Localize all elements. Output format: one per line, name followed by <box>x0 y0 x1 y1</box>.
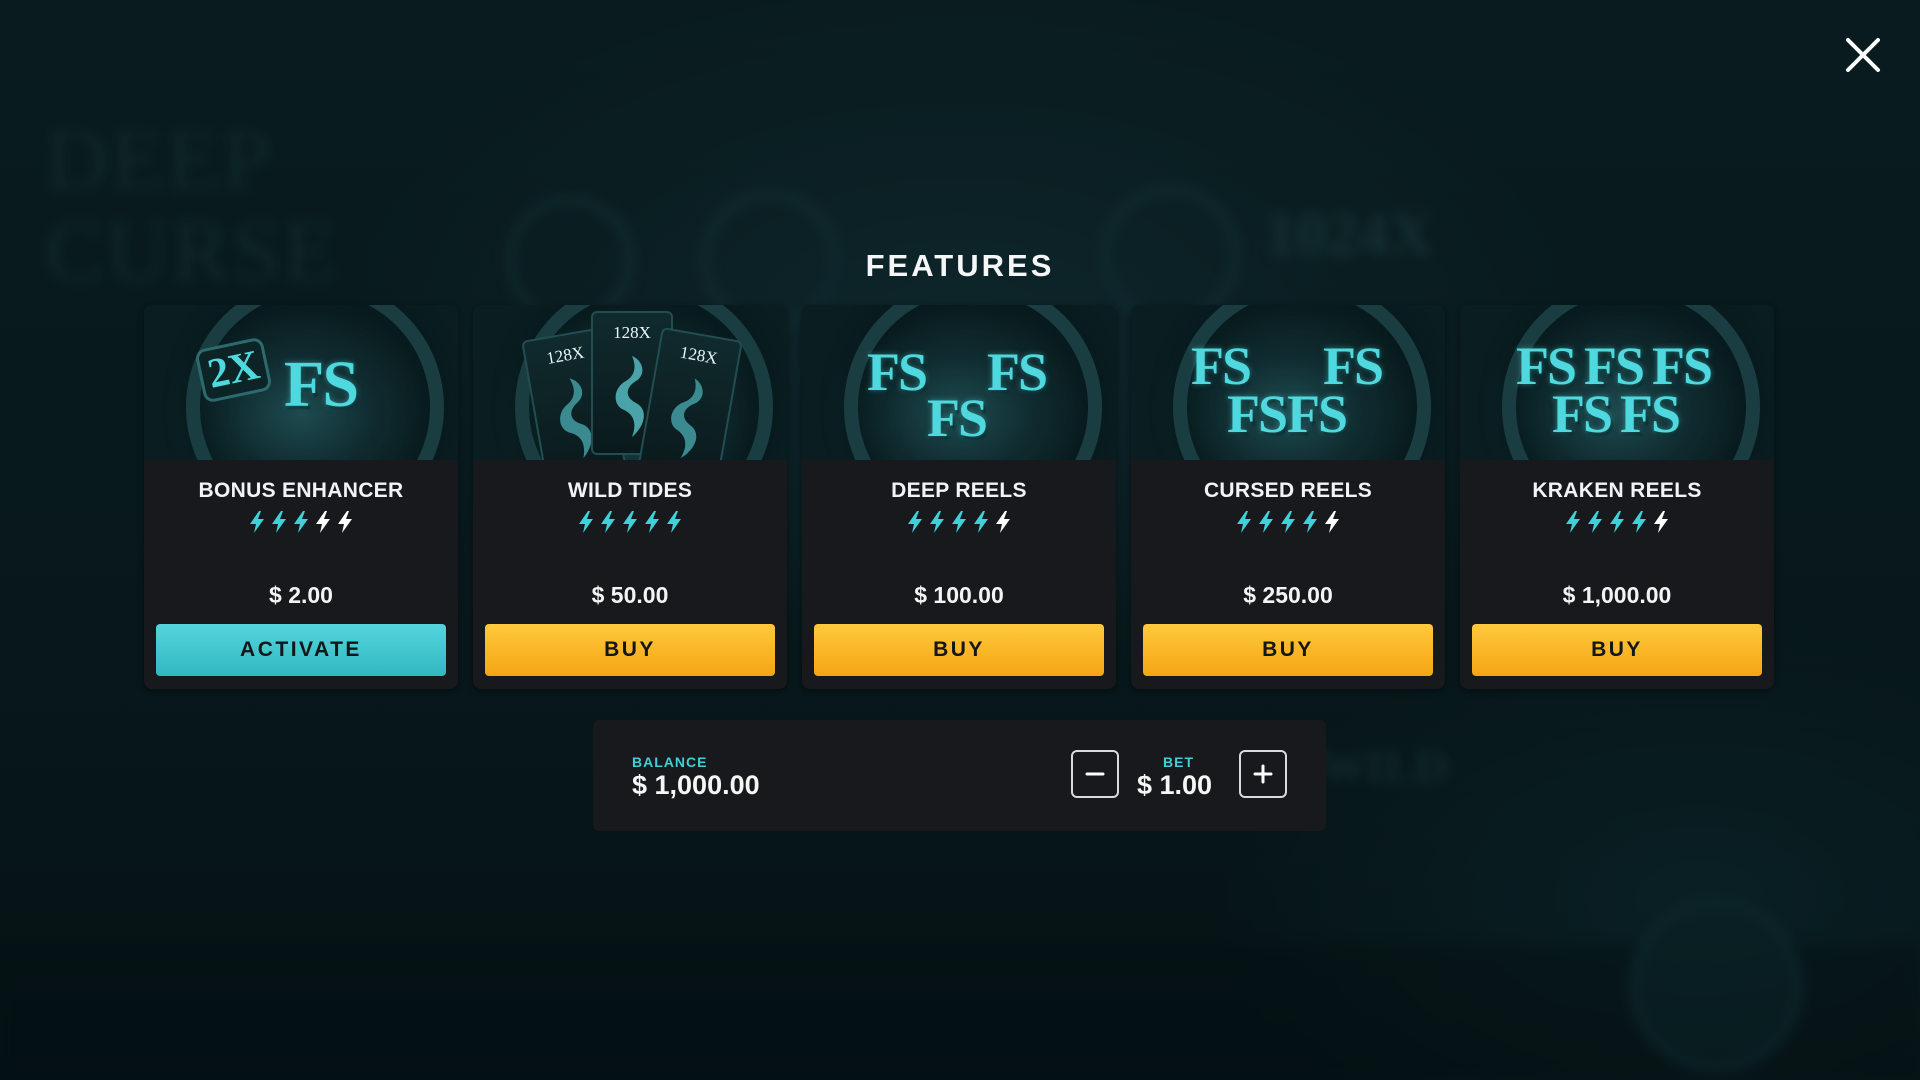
lightning-bolt-active-icon <box>579 511 593 533</box>
lightning-bolt-active-icon <box>908 511 922 533</box>
lightning-bolt-active-icon <box>623 511 637 533</box>
art-fs-text: FS <box>1227 384 1288 444</box>
feature-price: $ 100.00 <box>914 582 1004 608</box>
balance-label: BALANCE <box>632 754 708 770</box>
volatility-rating <box>473 510 787 534</box>
volatility-rating <box>144 510 458 534</box>
feature-card-wild-tides: 128X 128X 128X WILD TIDES $ 50.00 BUY <box>473 305 787 689</box>
bet-increase-button[interactable] <box>1239 750 1287 798</box>
feature-art-kraken-reels: FS FS FS FS FS <box>1460 305 1774 460</box>
lightning-bolt-active-icon <box>601 511 615 533</box>
feature-card-bonus-enhancer: 2X FS BONUS ENHANCER $ 2.00 ACTIVATE <box>144 305 458 689</box>
feature-art-deep-reels: FS FS FS <box>802 305 1116 460</box>
lightning-bolt-active-icon <box>1610 511 1624 533</box>
feature-price: $ 250.00 <box>1243 582 1333 608</box>
buy-button[interactable]: BUY <box>1143 624 1433 676</box>
feature-price: $ 2.00 <box>269 582 333 608</box>
feature-name: WILD TIDES <box>567 479 693 502</box>
lightning-bolt-active-icon <box>645 511 659 533</box>
feature-name: DEEP REELS <box>891 479 1027 502</box>
art-fs-text: FS <box>1620 384 1681 444</box>
lightning-bolt-active-icon <box>1566 511 1580 533</box>
lightning-bolt-active-icon <box>930 511 944 533</box>
bet-decrease-button[interactable] <box>1071 750 1119 798</box>
buy-button[interactable]: BUY <box>814 624 1104 676</box>
lightning-bolt-active-icon <box>1632 511 1646 533</box>
lightning-bolt-inactive-icon <box>1654 511 1668 533</box>
balance-value: $ 1,000.00 <box>632 770 760 800</box>
art-card-multiplier: 128X <box>678 342 720 368</box>
feature-price: $ 1,000.00 <box>1562 582 1672 608</box>
lightning-bolt-active-icon <box>250 511 264 533</box>
feature-name: BONUS ENHANCER <box>198 479 404 502</box>
lightning-bolt-active-icon <box>1588 511 1602 533</box>
lightning-bolt-active-icon <box>1281 511 1295 533</box>
activate-button[interactable]: ACTIVATE <box>156 624 446 676</box>
minus-icon <box>1085 772 1105 776</box>
lightning-bolt-inactive-icon <box>316 511 330 533</box>
bet-label: BET <box>1163 754 1194 770</box>
feature-cards: 2X FS BONUS ENHANCER $ 2.00 ACTIVATE 128… <box>144 305 1774 689</box>
volatility-rating <box>1460 510 1774 534</box>
art-fs-text: FS <box>927 388 988 448</box>
feature-art-cursed-reels: FS FS FS FS <box>1131 305 1445 460</box>
feature-card-deep-reels: FS FS FS DEEP REELS $ 100.00 BUY <box>802 305 1116 689</box>
art-fs-text: FS <box>1552 384 1613 444</box>
lightning-bolt-active-icon <box>294 511 308 533</box>
feature-name: KRAKEN REELS <box>1532 479 1702 502</box>
feature-price: $ 50.00 <box>591 582 669 608</box>
buy-button[interactable]: BUY <box>1472 624 1762 676</box>
feature-art-wild-tides: 128X 128X 128X <box>473 305 787 460</box>
lightning-bolt-active-icon <box>974 511 988 533</box>
close-button[interactable] <box>1840 32 1886 78</box>
lightning-bolt-active-icon <box>667 511 681 533</box>
plus-icon <box>1253 764 1273 784</box>
feature-name: CURSED REELS <box>1203 479 1373 502</box>
close-icon <box>1846 38 1880 72</box>
feature-art-bonus-enhancer: 2X FS <box>144 305 458 460</box>
lightning-bolt-active-icon <box>1303 511 1317 533</box>
lightning-bolt-inactive-icon <box>338 511 352 533</box>
volatility-rating <box>802 510 1116 534</box>
bet-value: $ 1.00 <box>1137 770 1213 800</box>
art-fs-text: FS <box>284 348 359 421</box>
lightning-bolt-active-icon <box>1259 511 1273 533</box>
lightning-bolt-inactive-icon <box>996 511 1010 533</box>
art-fs-text: FS <box>867 342 928 402</box>
volatility-rating <box>1131 510 1445 534</box>
art-fs-text: FS <box>987 342 1048 402</box>
art-fs-text: FS <box>1287 384 1348 444</box>
feature-card-cursed-reels: FS FS FS FS CURSED REELS $ 250.00 BUY <box>1131 305 1445 689</box>
features-title: FEATURES <box>865 248 1055 283</box>
lightning-bolt-active-icon <box>272 511 286 533</box>
sea-dragon-icon <box>671 378 703 459</box>
lightning-bolt-active-icon <box>952 511 966 533</box>
lightning-bolt-inactive-icon <box>1325 511 1339 533</box>
lightning-bolt-active-icon <box>1237 511 1251 533</box>
buy-button[interactable]: BUY <box>485 624 775 676</box>
balance-bet-panel: BALANCE $ 1,000.00 BET $ 1.00 <box>593 720 1326 831</box>
feature-card-kraken-reels: FS FS FS FS FS KRAKEN REELS $ 1,000.00 B… <box>1460 305 1774 689</box>
